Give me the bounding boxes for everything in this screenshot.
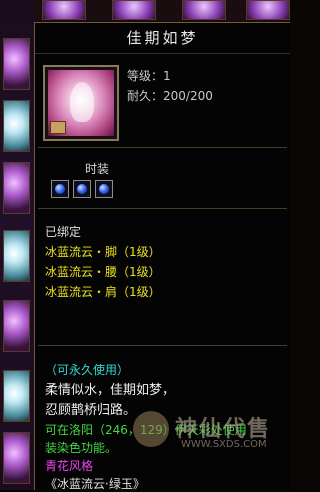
description-line: 柔情似水，佳期如梦， [45, 383, 176, 398]
inventory-slot[interactable] [3, 38, 30, 90]
bound-status: 已绑定 [45, 225, 82, 239]
blue-orb-icon [51, 180, 69, 198]
style-label: 青花风格 [45, 459, 94, 473]
usage-note: （可永久使用） [45, 363, 130, 377]
item-type: 时装 [85, 162, 110, 176]
watermark-url: WWW.SXDS.COM [181, 439, 267, 450]
description-line: 忍顾鹊桥归路。 [45, 403, 137, 418]
inventory-column [0, 0, 34, 490]
dye-note-line: 装染色功能。 [45, 441, 118, 455]
item-durability: 耐久：200/200 [127, 89, 213, 103]
inventory-slot[interactable] [42, 0, 86, 20]
inventory-slot[interactable] [3, 100, 30, 152]
set-name-line: 《冰蓝流云·绿玉》 [45, 477, 145, 491]
inventory-slot[interactable] [3, 162, 30, 214]
inventory-slot[interactable] [182, 0, 226, 20]
bound-badge-icon [50, 121, 66, 134]
inventory-slot[interactable] [3, 300, 30, 352]
item-tooltip: 佳期如梦 等级：1 耐久：200/200 时装 已绑定 冰蓝流云・脚（1级） 冰… [34, 22, 290, 491]
divider [38, 345, 287, 346]
blue-orb-icon [95, 180, 113, 198]
set-item-line: 冰蓝流云・腰（1级） [45, 265, 161, 279]
inventory-slot[interactable] [3, 432, 30, 484]
inventory-top-row [34, 0, 290, 22]
set-item-line: 冰蓝流云・脚（1级） [45, 245, 161, 259]
inventory-slot[interactable] [246, 0, 290, 20]
divider [38, 147, 287, 148]
inventory-slot[interactable] [3, 230, 30, 282]
item-level: 等级：1 [127, 69, 171, 83]
divider [38, 208, 287, 209]
inventory-slot[interactable] [3, 370, 30, 422]
item-title: 佳期如梦 [35, 23, 290, 54]
blue-orb-icon [73, 180, 91, 198]
item-icon-frame [43, 65, 119, 141]
set-item-line: 冰蓝流云・肩（1级） [45, 285, 161, 299]
inventory-slot[interactable] [112, 0, 156, 20]
watermark-logo-icon [133, 411, 169, 447]
